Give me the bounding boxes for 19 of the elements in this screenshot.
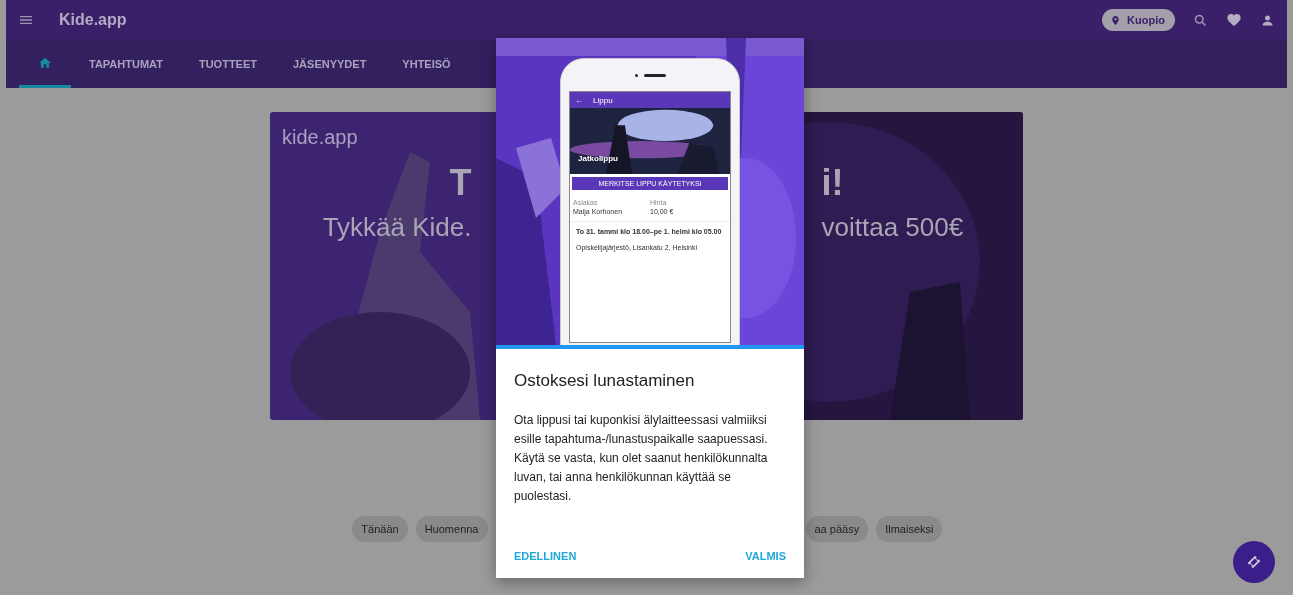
done-button[interactable]: VALMIS [745,546,786,566]
ticket-icon [1245,553,1263,571]
filter-chip[interactable]: aa pääsy [805,516,869,542]
dialog-text: Ota lippusi tai kuponkisi älylaitteessasi valmiiksi esille tapahtuma-/lunastuspaikalle saapuessasi. Käytä se vasta, kun olet saanut henkilökunnalta luvan, tai anna henkilökunnan käyttää se puolestasi. [514,412,769,505]
nav-tab[interactable]: YHTEISÖ [384,40,469,88]
location-button[interactable]: Kuopio [1102,9,1175,31]
filter-chip[interactable]: Huomenna [415,516,488,542]
nav-tab[interactable]: TAPAHTUMAT [71,40,181,88]
home-icon [38,56,52,70]
location-pin-icon [1110,14,1122,26]
ticket-button[interactable] [1233,541,1275,583]
filter-chip[interactable]: Tänään [352,516,408,542]
nav-tab[interactable]: JÄSENYYDET [275,40,385,88]
nav-tab[interactable]: TUOTTEET [180,40,275,88]
search-icon[interactable] [1193,12,1208,28]
heart-icon[interactable] [1226,12,1242,28]
filter-chip[interactable]: Ilmaiseksi [876,516,943,542]
app-title[interactable]: Kide.app [59,11,127,29]
back-button[interactable]: EDELLINEN [514,546,577,566]
